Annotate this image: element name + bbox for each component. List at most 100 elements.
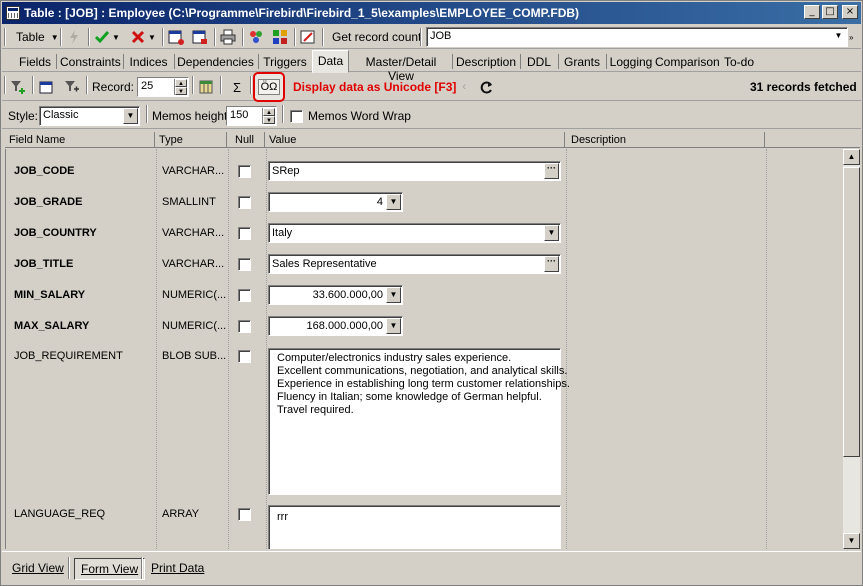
- header-type[interactable]: Type: [155, 132, 227, 148]
- max-salary-input[interactable]: 168.000.000,00 ▼: [268, 316, 403, 336]
- null-checkbox[interactable]: [238, 320, 251, 333]
- tab-logging[interactable]: Logging: [608, 52, 654, 72]
- memos-height-spinner[interactable]: 150 ▲ ▼: [226, 106, 277, 126]
- tab-ddl[interactable]: DDL: [522, 52, 556, 72]
- data-toolbar: Record: 25 ▲ ▼ Σ ÖΩ Display data as Unico…: [2, 72, 861, 102]
- chevron-down-icon[interactable]: ▼: [544, 225, 559, 241]
- min-salary-input[interactable]: 33.600.000,00 ▼: [268, 285, 403, 305]
- scroll-up-icon[interactable]: ▲: [843, 149, 860, 165]
- filter-add-button[interactable]: [64, 77, 80, 97]
- refresh-button[interactable]: [479, 77, 495, 97]
- header-field-name[interactable]: Field Name: [5, 132, 155, 148]
- unicode-button[interactable]: ÖΩ: [253, 72, 285, 102]
- tab-triggers[interactable]: Triggers: [262, 52, 308, 72]
- tab-data[interactable]: Data: [312, 50, 349, 73]
- toolbar-separator: [86, 76, 88, 94]
- null-checkbox[interactable]: [238, 227, 251, 240]
- get-record-count-button[interactable]: Get record count: [328, 27, 425, 47]
- scroll-down-icon[interactable]: ▼: [843, 533, 860, 549]
- scroll-thumb[interactable]: [843, 167, 860, 457]
- memos-word-wrap-checkbox[interactable]: [290, 109, 303, 123]
- navigate-button[interactable]: [38, 77, 54, 97]
- tab-description[interactable]: Description: [454, 52, 518, 72]
- form-view-tab[interactable]: Form View: [74, 558, 146, 580]
- tab-to-do[interactable]: To-do: [720, 52, 758, 72]
- arrow-down-icon[interactable]: ▼: [175, 87, 187, 95]
- field-type: NUMERIC(...: [162, 320, 227, 332]
- header-value[interactable]: Value: [265, 132, 565, 148]
- memos-word-wrap-toggle[interactable]: Memos Word Wrap: [290, 106, 411, 126]
- null-checkbox[interactable]: [238, 508, 251, 521]
- spinner-arrows[interactable]: ▲ ▼: [174, 79, 187, 95]
- tab-dependencies[interactable]: Dependencies: [177, 52, 254, 72]
- table-export-icon: [192, 30, 207, 44]
- filter-button[interactable]: [10, 77, 26, 97]
- arrow-down-icon[interactable]: ▼: [263, 116, 275, 124]
- style-combo[interactable]: Classic ▼: [39, 106, 140, 126]
- arrow-up-icon[interactable]: ▲: [175, 79, 187, 87]
- null-checkbox[interactable]: [238, 350, 251, 363]
- table-menu-button[interactable]: Table ▼: [12, 27, 59, 47]
- job-grade-input[interactable]: 4 ▼: [268, 192, 403, 212]
- ellipsis-button[interactable]: ···: [544, 256, 559, 272]
- null-checkbox[interactable]: [238, 289, 251, 302]
- color-tools-button[interactable]: [248, 27, 264, 47]
- grid-report-button[interactable]: [168, 27, 184, 47]
- chevron-down-icon[interactable]: ▼: [386, 194, 401, 210]
- print-data-tab[interactable]: Print Data: [145, 558, 210, 580]
- lightning-button[interactable]: [66, 27, 82, 47]
- vertical-scrollbar[interactable]: ▲ ▼: [843, 149, 860, 549]
- tab-comparison[interactable]: Comparison: [655, 52, 720, 72]
- header-null[interactable]: Null: [227, 132, 265, 148]
- language-req-memo[interactable]: rrr: [268, 505, 561, 549]
- table-select-combo[interactable]: JOB ▼: [426, 27, 848, 47]
- chevron-down-icon[interactable]: ▼: [386, 287, 401, 303]
- header-description[interactable]: Description: [565, 132, 765, 148]
- form-options-toolbar: Style: Classic ▼ Memos height: 150 ▲ ▼ Me…: [2, 102, 861, 129]
- tab-master-detail-view[interactable]: Master/Detail View: [352, 52, 450, 83]
- null-checkbox[interactable]: [238, 165, 251, 178]
- close-button[interactable]: ×: [842, 5, 858, 19]
- ellipsis-button[interactable]: ···: [544, 163, 559, 179]
- spinner-arrows[interactable]: ▲ ▼: [262, 108, 275, 124]
- field-type: VARCHAR...: [162, 227, 225, 239]
- tab-grants[interactable]: Grants: [561, 52, 603, 72]
- record-spinner[interactable]: 25 ▲ ▼: [137, 77, 189, 97]
- columns-icon: [199, 80, 213, 94]
- grid-view-tab[interactable]: Grid View: [6, 558, 70, 580]
- commit-button[interactable]: ▼: [94, 27, 120, 47]
- edit-sql-button[interactable]: [300, 27, 316, 47]
- tab-indices[interactable]: Indices: [127, 52, 170, 72]
- rollback-button[interactable]: ▼: [130, 27, 156, 47]
- print-button[interactable]: [220, 27, 236, 47]
- chevron-down-icon[interactable]: ▼: [123, 108, 138, 124]
- field-row: MIN_SALARY NUMERIC(... 33.600.000,00 ▼: [6, 285, 842, 305]
- toolbar-overflow-icon[interactable]: »: [849, 27, 853, 47]
- job-country-combo[interactable]: Italy ▼: [268, 223, 561, 243]
- get-record-count-label: Get record count: [332, 30, 422, 44]
- null-checkbox[interactable]: [238, 258, 251, 271]
- chevron-down-icon[interactable]: ▼: [386, 318, 401, 334]
- toolbar-separator: [322, 28, 324, 46]
- tab-divider: [174, 54, 175, 69]
- grid-export-button[interactable]: [192, 27, 208, 47]
- tree-button[interactable]: [272, 27, 288, 47]
- chevron-down-icon[interactable]: ▼: [831, 29, 846, 45]
- tab-fields[interactable]: Fields: [16, 52, 54, 72]
- sum-button[interactable]: Σ: [226, 77, 248, 97]
- job-title-input[interactable]: Sales Representative ···: [268, 254, 561, 274]
- null-checkbox[interactable]: [238, 196, 251, 209]
- field-name: MIN_SALARY: [14, 289, 86, 301]
- job-code-input[interactable]: SRep ···: [268, 161, 561, 181]
- job-requirement-memo[interactable]: Computer/electronics industry sales expe…: [268, 348, 570, 495]
- minimize-button[interactable]: _: [804, 5, 820, 19]
- columns-button[interactable]: [198, 77, 214, 97]
- unicode-hint: Display data as Unicode [F3] ‹: [293, 77, 466, 97]
- tab-constraints[interactable]: Constraints: [60, 52, 121, 72]
- maximize-button[interactable]: □: [822, 5, 838, 19]
- arrow-up-icon[interactable]: ▲: [263, 108, 275, 116]
- window-title: Table : [JOB] : Employee (C:\Programme\F…: [24, 6, 580, 20]
- field-row: MAX_SALARY NUMERIC(... 168.000.000,00 ▼: [6, 316, 842, 336]
- refresh-icon: [480, 81, 492, 94]
- field-row: LANGUAGE_REQ ARRAY rrr: [6, 505, 842, 549]
